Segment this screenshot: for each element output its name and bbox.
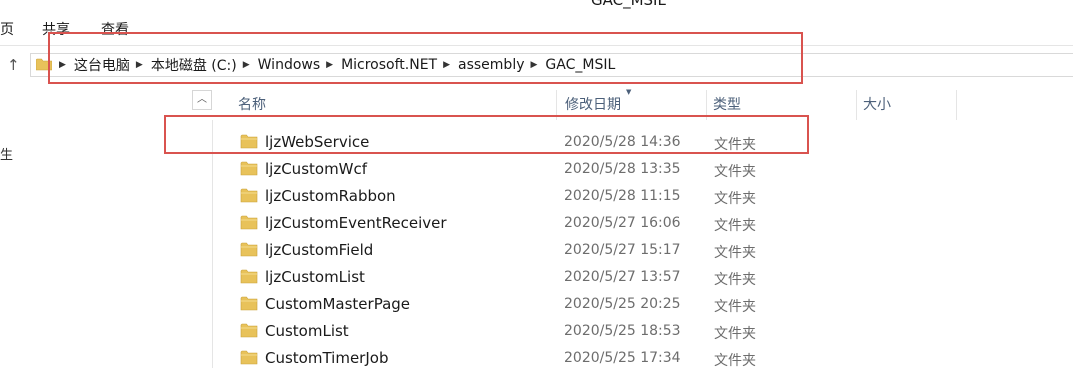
file-date: 2020/5/27 13:57	[564, 269, 681, 285]
collapse-icon[interactable]: ︿	[192, 90, 212, 110]
pane-divider	[212, 120, 213, 368]
file-date: 2020/5/25 17:34	[564, 350, 681, 366]
file-row[interactable]: ljzCustomList 2020/5/27 13:57 文件夹	[230, 265, 957, 292]
file-type: 文件夹	[714, 326, 756, 342]
file-row[interactable]: ljzCustomField 2020/5/27 15:17 文件夹	[230, 238, 957, 265]
path-highlight-box	[48, 32, 803, 84]
folder-icon	[240, 215, 258, 230]
file-row[interactable]: CustomList 2020/5/25 18:53 文件夹	[230, 319, 957, 346]
folder-icon	[240, 269, 258, 284]
folder-icon	[240, 296, 258, 311]
file-date: 2020/5/27 16:06	[564, 215, 681, 231]
file-type: 文件夹	[714, 218, 756, 234]
file-type: 文件夹	[714, 164, 756, 180]
file-type: 文件夹	[714, 245, 756, 261]
folder-icon	[240, 323, 258, 338]
file-type: 文件夹	[714, 353, 756, 369]
file-date: 2020/5/27 15:17	[564, 242, 681, 258]
file-type: 文件夹	[714, 272, 756, 288]
nav-item-fragment[interactable]: 生	[0, 144, 13, 163]
file-row[interactable]: ljzCustomRabbon 2020/5/28 11:15 文件夹	[230, 184, 957, 211]
file-type: 文件夹	[714, 191, 756, 207]
sort-indicator-icon: ▼	[626, 88, 632, 96]
folder-highlight-box	[164, 115, 809, 154]
tab-home[interactable]: 页	[0, 19, 14, 39]
window-title: GAC_MSIL	[591, 0, 666, 9]
column-size[interactable]: 大小	[857, 90, 957, 120]
file-date: 2020/5/25 18:53	[564, 323, 681, 339]
title-bar: GAC_MSIL	[0, 0, 1073, 10]
file-name: ljzCustomList	[265, 268, 365, 286]
folder-icon	[240, 350, 258, 365]
folder-icon	[240, 161, 258, 176]
file-row[interactable]: CustomTimerJob 2020/5/25 17:34 文件夹	[230, 346, 957, 373]
file-name: CustomTimerJob	[265, 349, 389, 367]
file-row[interactable]: ljzCustomWcf 2020/5/28 13:35 文件夹	[230, 157, 957, 184]
file-date: 2020/5/25 20:25	[564, 296, 681, 312]
file-row[interactable]: ljzCustomEventReceiver 2020/5/27 16:06 文…	[230, 211, 957, 238]
file-date: 2020/5/28 11:15	[564, 188, 681, 204]
file-name: ljzCustomWcf	[265, 160, 368, 178]
navigation-pane: 生	[0, 82, 190, 368]
file-date: 2020/5/28 13:35	[564, 161, 681, 177]
folder-icon	[240, 242, 258, 257]
folder-icon	[240, 188, 258, 203]
up-arrow-icon[interactable]: ↑	[7, 56, 20, 74]
file-row[interactable]: CustomMasterPage 2020/5/25 20:25 文件夹	[230, 292, 957, 319]
file-name: ljzCustomEventReceiver	[265, 214, 447, 232]
file-name: ljzCustomRabbon	[265, 187, 396, 205]
file-list: ljzWebService 2020/5/28 14:36 文件夹 ljzCus…	[230, 130, 957, 373]
file-name: CustomList	[265, 322, 349, 340]
file-name: ljzCustomField	[265, 241, 374, 259]
file-name: CustomMasterPage	[265, 295, 411, 313]
file-type: 文件夹	[714, 299, 756, 315]
